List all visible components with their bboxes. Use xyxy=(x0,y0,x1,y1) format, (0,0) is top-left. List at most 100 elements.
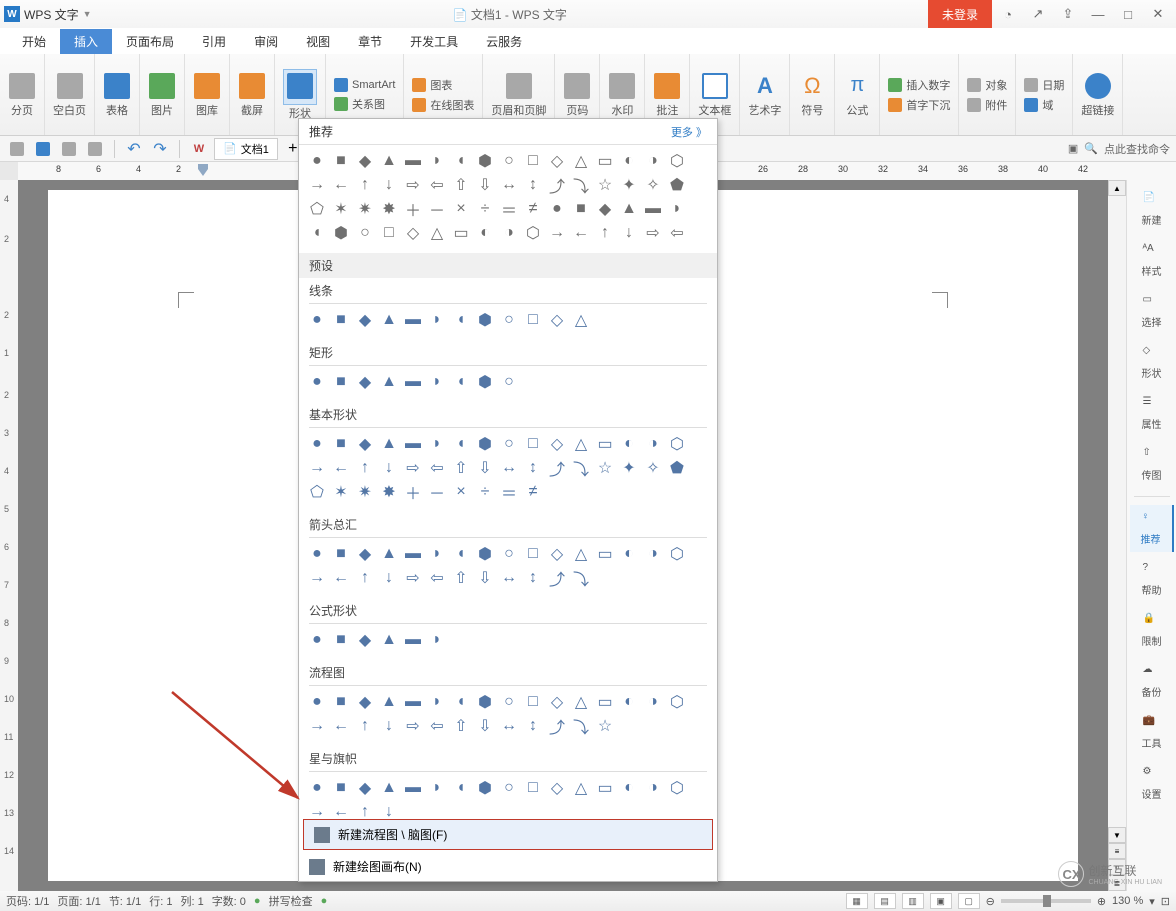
shape-item[interactable]: ⬟ xyxy=(665,173,689,197)
shape-item[interactable]: ● xyxy=(545,197,569,221)
shape-item[interactable]: ⇦ xyxy=(425,714,449,738)
ribbon-blank-page[interactable]: 空白页 xyxy=(45,54,95,135)
shape-item[interactable]: ▭ xyxy=(593,432,617,456)
qat-print-icon[interactable] xyxy=(58,139,80,159)
action-new-flowchart[interactable]: 新建流程图 \ 脑图(F) xyxy=(303,819,713,850)
shape-item[interactable]: □ xyxy=(521,690,545,714)
shape-item[interactable]: ◗ xyxy=(425,542,449,566)
shape-item[interactable]: ◐ xyxy=(617,690,641,714)
qat-wps-icon[interactable]: W xyxy=(188,139,210,159)
shape-item[interactable]: → xyxy=(305,456,329,480)
sidepanel-shape[interactable]: ◇形状 xyxy=(1130,339,1174,386)
shape-item[interactable]: ◖ xyxy=(449,432,473,456)
sidepanel-upload[interactable]: ⇧传图 xyxy=(1130,441,1174,488)
shape-item[interactable]: ◐ xyxy=(617,149,641,173)
shape-item[interactable]: ● xyxy=(305,149,329,173)
shape-item[interactable]: ↔ xyxy=(497,714,521,738)
shape-item[interactable]: × xyxy=(449,197,473,221)
zoom-in-icon[interactable]: ⊕ xyxy=(1097,895,1106,908)
app-dropdown-icon[interactable]: ▼ xyxy=(83,9,92,19)
shape-item[interactable]: ↕ xyxy=(521,566,545,590)
shape-item[interactable]: ● xyxy=(305,432,329,456)
view-print-icon[interactable]: ▦ xyxy=(846,893,868,909)
qat-new-icon[interactable] xyxy=(6,139,28,159)
shape-item[interactable]: ⇩ xyxy=(473,173,497,197)
shape-item[interactable]: ◆ xyxy=(353,690,377,714)
shape-item[interactable]: ← xyxy=(329,566,353,590)
tab-insert[interactable]: 插入 xyxy=(60,29,112,54)
view-outline-icon[interactable]: ▥ xyxy=(902,893,924,909)
shape-item[interactable]: △ xyxy=(569,149,593,173)
action-new-canvas[interactable]: 新建绘图画布(N) xyxy=(299,852,717,881)
shape-item[interactable]: ✶ xyxy=(329,480,353,504)
zoom-dropdown-icon[interactable]: ▾ xyxy=(1149,895,1155,908)
export-icon[interactable]: ⇪ xyxy=(1054,4,1082,24)
shape-item[interactable]: ▬ xyxy=(641,197,665,221)
shape-item[interactable]: ⇧ xyxy=(449,173,473,197)
shape-item[interactable]: ◐ xyxy=(617,432,641,456)
shape-item[interactable]: ✧ xyxy=(641,173,665,197)
shape-item[interactable]: ◖ xyxy=(449,370,473,394)
shape-item[interactable]: ▬ xyxy=(401,542,425,566)
sidepanel-attr[interactable]: ☰属性 xyxy=(1130,390,1174,437)
status-pages[interactable]: 页面: 1/1 xyxy=(57,893,100,909)
shape-item[interactable]: ○ xyxy=(497,149,521,173)
shape-item[interactable]: ▬ xyxy=(401,690,425,714)
shape-item[interactable]: ↔ xyxy=(497,173,521,197)
shape-item[interactable]: ✸ xyxy=(377,197,401,221)
shape-item[interactable]: ↓ xyxy=(377,456,401,480)
shape-item[interactable]: ← xyxy=(329,800,353,817)
shape-item[interactable]: □ xyxy=(521,308,545,332)
shape-item[interactable]: ⤵ xyxy=(569,456,593,480)
shape-item[interactable]: □ xyxy=(521,149,545,173)
shape-item[interactable]: ◇ xyxy=(545,149,569,173)
share-icon[interactable]: ↗ xyxy=(1024,4,1052,24)
ribbon-gallery[interactable]: 图库 xyxy=(185,54,230,135)
shape-item[interactable]: ✸ xyxy=(377,480,401,504)
sidepanel-restrict[interactable]: 🔒限制 xyxy=(1130,607,1174,654)
shape-item[interactable]: ÷ xyxy=(473,197,497,221)
shape-item[interactable]: ▭ xyxy=(593,690,617,714)
scroll-down-icon[interactable]: ▼ xyxy=(1108,827,1126,843)
shape-item[interactable]: ⤴ xyxy=(545,566,569,590)
shape-item[interactable]: ◑ xyxy=(641,776,665,800)
shape-item[interactable]: ↑ xyxy=(353,566,377,590)
shape-item[interactable]: ⤵ xyxy=(569,173,593,197)
shape-item[interactable]: ● xyxy=(305,628,329,652)
fit-width-icon[interactable]: ⊡ xyxy=(1161,895,1170,908)
shape-item[interactable]: ◐ xyxy=(617,542,641,566)
shape-item[interactable]: ● xyxy=(305,308,329,332)
shape-item[interactable]: □ xyxy=(521,776,545,800)
shape-item[interactable]: ↓ xyxy=(377,800,401,817)
shape-item[interactable]: ○ xyxy=(497,776,521,800)
shape-item[interactable]: ↔ xyxy=(497,456,521,480)
shape-item[interactable]: ○ xyxy=(497,690,521,714)
shape-item[interactable]: ⇦ xyxy=(425,566,449,590)
ribbon-page-break[interactable]: 分页 xyxy=(0,54,45,135)
shape-item[interactable]: ▬ xyxy=(401,308,425,332)
ribbon-object[interactable]: 对象 xyxy=(963,76,1011,94)
shape-item[interactable]: ⇨ xyxy=(641,221,665,245)
shape-item[interactable]: ⇦ xyxy=(665,221,689,245)
shape-item[interactable]: ⬡ xyxy=(665,776,689,800)
shape-item[interactable]: ☆ xyxy=(593,456,617,480)
shape-item[interactable]: □ xyxy=(521,542,545,566)
shape-item[interactable]: ↓ xyxy=(377,714,401,738)
shape-item[interactable]: ▲ xyxy=(377,370,401,394)
shape-item[interactable]: ▬ xyxy=(401,628,425,652)
shape-item[interactable]: ≠ xyxy=(521,197,545,221)
page-up-icon[interactable]: ≡ xyxy=(1108,843,1126,859)
tab-chapter[interactable]: 章节 xyxy=(344,29,396,54)
vertical-scrollbar[interactable]: ▲ ▼ ≡ ○ ≣ xyxy=(1108,180,1126,891)
ribbon-field[interactable]: 域 xyxy=(1020,96,1068,114)
qat-print-preview-icon[interactable] xyxy=(84,139,106,159)
shape-item[interactable]: ◐ xyxy=(617,776,641,800)
shape-item[interactable]: ■ xyxy=(329,432,353,456)
shape-item[interactable]: ⇦ xyxy=(425,173,449,197)
view-web-icon[interactable]: ▤ xyxy=(874,893,896,909)
shape-item[interactable]: ＝ xyxy=(497,197,521,221)
shape-item[interactable]: ■ xyxy=(569,197,593,221)
scroll-up-icon[interactable]: ▲ xyxy=(1108,180,1126,196)
shape-item[interactable]: ⬡ xyxy=(665,542,689,566)
shape-item[interactable]: ◗ xyxy=(425,149,449,173)
